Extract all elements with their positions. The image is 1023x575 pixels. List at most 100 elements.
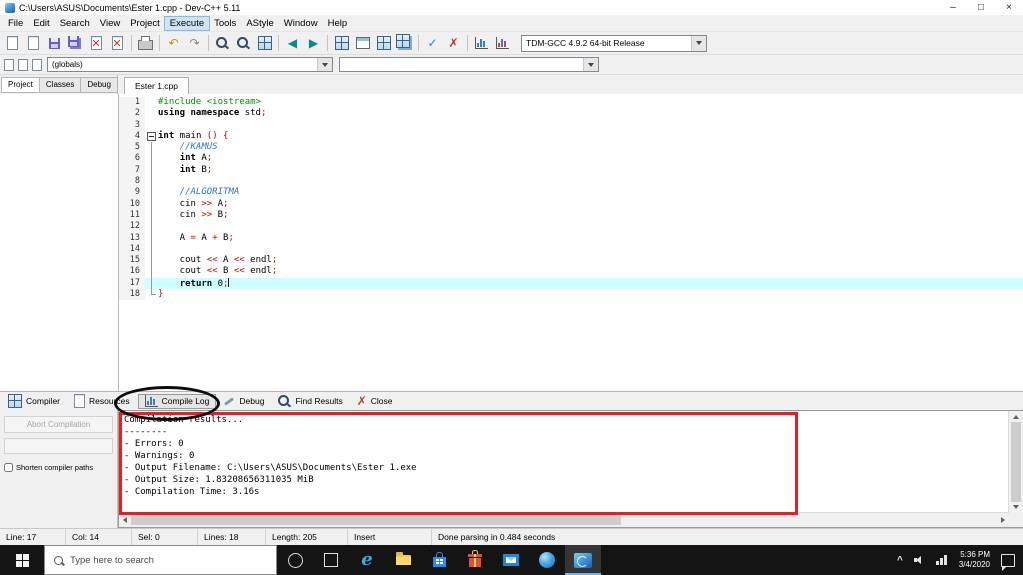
project-panel[interactable] [0, 94, 119, 391]
open-button[interactable] [23, 33, 44, 53]
redo-button[interactable]: ↷ [184, 33, 205, 53]
close-button[interactable]: × [995, 0, 1023, 15]
code-line[interactable]: 5 //KAMUS [119, 142, 1023, 154]
menu-item-search[interactable]: Search [55, 17, 95, 30]
goto-bookmark-button[interactable] [30, 57, 43, 72]
start-button[interactable] [0, 545, 44, 575]
taskbar-search[interactable]: Type here to search [44, 545, 277, 575]
horizontal-scroll-thumb[interactable] [131, 515, 621, 525]
code-line[interactable]: 1 #include <iostream> [119, 97, 1023, 109]
new-source-button[interactable] [2, 33, 23, 53]
close-file-button[interactable] [86, 33, 107, 53]
compiler-profile-select[interactable]: TDM-GCC 4.9.2 64-bit Release [521, 34, 707, 52]
menu-item-project[interactable]: Project [125, 17, 165, 30]
volume-icon[interactable] [913, 555, 925, 565]
bottom-tab-compile-log[interactable]: Compile Log [137, 393, 217, 409]
run-button[interactable] [352, 33, 373, 53]
abort-compilation-button[interactable]: Abort Compilation [4, 416, 113, 433]
sidebar-tab-debug[interactable]: Debug [80, 76, 118, 93]
menu-item-astyle[interactable]: AStyle [241, 17, 278, 30]
taskbar-app-gift[interactable] [457, 545, 493, 575]
menu-item-edit[interactable]: Edit [28, 17, 54, 30]
scroll-up-icon[interactable] [1013, 415, 1019, 419]
code-line[interactable]: 12 [119, 221, 1023, 233]
goto-line-button[interactable] [254, 33, 275, 53]
code-line[interactable]: 15 cout << A << endl; [119, 255, 1023, 267]
taskbar-app-file-explorer[interactable] [385, 545, 421, 575]
combo-arrow[interactable] [583, 58, 598, 71]
hidden-icons-chevron[interactable]: ^ [897, 555, 903, 566]
taskbar-app-store[interactable] [421, 545, 457, 575]
code-line[interactable]: 16 cout << B << endl; [119, 266, 1023, 279]
profiling-analysis-button[interactable] [492, 33, 513, 53]
combo-arrow[interactable] [691, 35, 706, 51]
back-button[interactable]: ◀ [282, 33, 303, 53]
globals-select[interactable]: (globals) [47, 57, 333, 72]
print-button[interactable] [135, 33, 156, 53]
menu-item-window[interactable]: Window [279, 17, 323, 30]
code-line[interactable]: 3 [119, 119, 1023, 131]
close-all-button[interactable] [107, 33, 128, 53]
task-view-button[interactable] [313, 545, 349, 575]
code-line[interactable]: 17 return 0; [119, 277, 1023, 290]
sidebar-tab-classes[interactable]: Classes [38, 76, 82, 93]
taskbar-app-mail[interactable] [493, 545, 529, 575]
combo-arrow[interactable] [317, 58, 332, 71]
syntax-check-button[interactable]: ✓ [422, 33, 443, 53]
code-line[interactable]: 7 int B; [119, 164, 1023, 177]
maximize-button[interactable]: □ [967, 0, 995, 15]
menu-item-tools[interactable]: Tools [209, 17, 241, 30]
vertical-scroll-thumb[interactable] [1011, 422, 1021, 502]
code-line[interactable]: 6 int A; [119, 153, 1023, 166]
insert-button[interactable] [2, 57, 15, 72]
shorten-paths-checkbox[interactable] [4, 463, 13, 472]
bottom-tab-close[interactable]: ✗ Close [351, 394, 399, 409]
abort-compile-button[interactable]: ✗ [443, 33, 464, 53]
menu-item-file[interactable]: File [3, 17, 28, 30]
action-center-icon[interactable] [1001, 553, 1015, 571]
editor-tab-ester1[interactable]: Ester 1.cpp [124, 77, 189, 94]
fold-toggle-icon[interactable] [145, 131, 158, 142]
horizontal-scrollbar[interactable] [119, 512, 1009, 527]
code-editor[interactable]: 1 #include <iostream> 2 using namespace std… [119, 94, 1023, 391]
vertical-scrollbar[interactable] [1008, 411, 1023, 513]
find-button[interactable] [212, 33, 233, 53]
taskbar-app-browser[interactable] [529, 545, 565, 575]
code-line[interactable]: 11 cin >> B; [119, 209, 1023, 222]
code-line[interactable]: 10 cin >> A; [119, 198, 1023, 211]
rebuild-all-button[interactable] [394, 33, 415, 53]
undo-button[interactable]: ↶ [163, 33, 184, 53]
sidebar-tab-project[interactable]: Project [1, 76, 40, 93]
code-line[interactable]: 2 using namespace std; [119, 108, 1023, 120]
code-line[interactable]: 14 [119, 243, 1023, 256]
network-icon[interactable] [935, 555, 948, 565]
taskbar-clock[interactable]: 5:36 PM 3/4/2020 [959, 550, 990, 570]
profile-button[interactable] [471, 33, 492, 53]
cortana-button[interactable] [277, 545, 313, 575]
code-line[interactable]: 4 int main () { [119, 130, 1023, 143]
scroll-right-icon[interactable] [1001, 517, 1005, 523]
scroll-down-icon[interactable] [1013, 505, 1019, 509]
save-button[interactable] [44, 33, 65, 53]
taskbar-app-edge[interactable]: e [349, 545, 385, 575]
bottom-tab-compiler[interactable]: Compiler [2, 394, 66, 409]
code-line[interactable]: 18} [119, 289, 1023, 301]
code-line[interactable]: 9 //ALGORITMA [119, 187, 1023, 199]
menu-item-execute[interactable]: Execute [163, 15, 211, 31]
code-line[interactable]: 8 [119, 176, 1023, 188]
members-select[interactable] [339, 57, 599, 72]
replace-button[interactable] [233, 33, 254, 53]
minimize-button[interactable]: – [939, 0, 967, 15]
bottom-tab-resources[interactable]: Resources [68, 394, 136, 409]
bottom-tab-find-results[interactable]: Find Results [272, 394, 348, 409]
compile-and-run-button[interactable] [373, 33, 394, 53]
scroll-left-icon[interactable] [123, 517, 127, 523]
compile-button[interactable] [331, 33, 352, 53]
bottom-tab-debug[interactable]: Debug [218, 394, 270, 409]
menu-item-help[interactable]: Help [323, 17, 353, 30]
toggle-bookmark-button[interactable] [16, 57, 29, 72]
menu-item-view[interactable]: View [95, 17, 125, 30]
save-all-button[interactable] [65, 33, 86, 53]
forward-button[interactable]: ▶ [303, 33, 324, 53]
code-line[interactable]: 13 A = A + B; [119, 232, 1023, 245]
